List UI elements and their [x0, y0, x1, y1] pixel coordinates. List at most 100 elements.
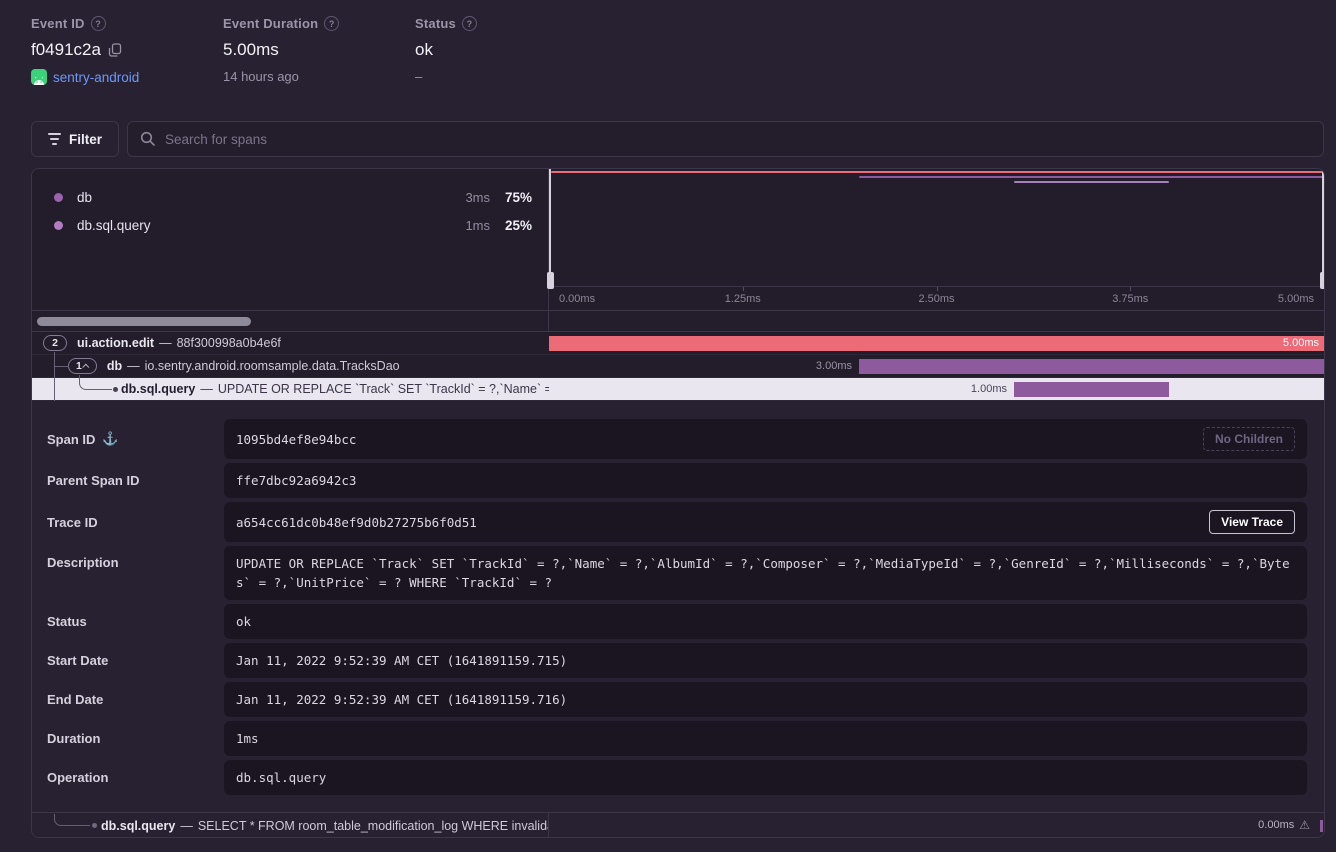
detail-row-parent-span-id: Parent Span ID ffe7dbc92a6942c3 — [47, 463, 1307, 498]
span-status-value: ok — [236, 612, 1295, 631]
search-icon — [140, 131, 156, 147]
tree-scrollbar-row — [32, 311, 1324, 332]
span-row-selected[interactable]: db.sql.query — UPDATE OR REPLACE `Track`… — [32, 378, 1324, 401]
spans-overview: db 3ms 75% db.sql.query 1ms 25% — [32, 169, 1324, 311]
span-desc: io.sentry.android.roomsample.data.Tracks… — [145, 359, 400, 373]
axis-tick-label: 1.25ms — [725, 293, 761, 305]
warning-icon: ⚠ — [1299, 818, 1310, 832]
tree-connector-line — [54, 352, 55, 401]
minimap-span-line-db — [859, 176, 1324, 178]
filter-icon — [48, 133, 61, 145]
legend-op-duration: 1ms — [444, 218, 490, 233]
search-box[interactable] — [127, 121, 1324, 157]
copy-icon[interactable] — [108, 43, 122, 57]
event-id-column: Event ID? f0491c2a sentry-android — [31, 16, 139, 85]
axis-tickmark — [1130, 287, 1131, 291]
span-bar — [1320, 820, 1323, 832]
field-label: Duration — [47, 731, 100, 746]
event-time-ago: 14 hours ago — [223, 69, 299, 84]
separator: — — [180, 819, 193, 833]
detail-row-trace-id: Trace ID a654cc61dc0b48ef9d0b27275b6f0d5… — [47, 502, 1307, 542]
legend-op-percent: 75% — [490, 190, 532, 205]
span-desc: UPDATE OR REPLACE `Track` SET `TrackId` … — [218, 382, 549, 396]
span-op: db.sql.query — [121, 382, 195, 396]
minimap-span-line-query — [1014, 181, 1169, 183]
span-op: ui.action.edit — [77, 336, 154, 350]
filter-button[interactable]: Filter — [31, 121, 119, 157]
view-trace-button[interactable]: View Trace — [1209, 510, 1295, 534]
description-value-box: UPDATE OR REPLACE `Track` SET `TrackId` … — [224, 546, 1307, 600]
tree-connector-dot — [92, 823, 97, 828]
filter-button-label: Filter — [69, 132, 102, 147]
event-id-value: f0491c2a — [31, 40, 101, 60]
legend-op-name: db — [77, 190, 444, 205]
status-value-box: ok — [224, 604, 1307, 639]
tree-scrollbar-thumb[interactable] — [37, 317, 251, 326]
minimap-left-handle[interactable] — [549, 169, 551, 287]
op-color-dot — [54, 221, 63, 230]
span-detail-page: Event ID? f0491c2a sentry-android Event … — [0, 0, 1336, 852]
trace-id-value-box: a654cc61dc0b48ef9d0b27275b6f0d51View Tra… — [224, 502, 1307, 542]
anchor-icon[interactable]: ⚓ — [102, 431, 118, 447]
event-header: Event ID? f0491c2a sentry-android Event … — [31, 16, 931, 106]
span-duration-label: 1.00ms — [971, 383, 1014, 395]
event-duration-label: Event Duration — [223, 16, 318, 31]
project-link[interactable]: sentry-android — [53, 70, 139, 85]
operation-value-box: db.sql.query — [224, 760, 1307, 795]
detail-row-start-date: Start Date Jan 11, 2022 9:52:39 AM CET (… — [47, 643, 1307, 678]
event-duration-value: 5.00ms — [223, 40, 279, 60]
span-row-root[interactable]: 2 ui.action.edit — 88f300998a0b4e6f 5.00… — [32, 332, 1324, 355]
span-duration-label: 3.00ms — [816, 360, 859, 372]
axis-tick-label: 2.50ms — [918, 293, 954, 305]
tree-connector-elbow — [54, 814, 90, 826]
android-project-icon — [31, 69, 47, 85]
span-detail-panel: Span ID ⚓ 1095bd4ef8e94bccNo Children Par… — [32, 401, 1324, 813]
minimap-span-line-root — [551, 171, 1324, 173]
axis-tick-label: 0.00ms — [559, 293, 595, 305]
start-date-value: Jan 11, 2022 9:52:39 AM CET (1641891159.… — [236, 651, 1295, 670]
span-bar[interactable] — [1014, 382, 1169, 397]
detail-row-description: Description UPDATE OR REPLACE `Track` SE… — [47, 546, 1307, 600]
search-input[interactable] — [165, 132, 1311, 147]
span-op: db — [107, 359, 122, 373]
span-op: db.sql.query — [101, 819, 175, 833]
span-id-value-box: 1095bd4ef8e94bccNo Children — [224, 419, 1307, 459]
parent-span-id-value-box: ffe7dbc92a6942c3 — [224, 463, 1307, 498]
field-label: Span ID — [47, 432, 95, 447]
span-row-db[interactable]: 1 db — io.sentry.android.roomsample.data… — [32, 355, 1324, 378]
help-icon[interactable]: ? — [324, 16, 339, 31]
legend-item[interactable]: db 3ms 75% — [32, 183, 548, 211]
span-row-sibling[interactable]: db.sql.query — SELECT * FROM room_table_… — [32, 813, 1324, 838]
no-children-button[interactable]: No Children — [1203, 427, 1295, 451]
scrollbar-row-filler — [549, 311, 1324, 331]
span-duration-label: 5.00ms — [1283, 336, 1319, 351]
minimap-right-handle[interactable] — [1322, 169, 1324, 287]
span-bar[interactable] — [859, 359, 1324, 374]
children-count-badge[interactable]: 2 — [43, 335, 67, 351]
operation-value: db.sql.query — [236, 768, 1295, 787]
axis-tickmark — [937, 287, 938, 291]
chevron-up-icon — [82, 363, 89, 370]
help-icon[interactable]: ? — [462, 16, 477, 31]
end-date-value: Jan 11, 2022 9:52:39 AM CET (1641891159.… — [236, 690, 1295, 709]
children-count-badge[interactable]: 1 — [68, 358, 97, 374]
tree-connector-dot — [113, 387, 118, 392]
end-date-value-box: Jan 11, 2022 9:52:39 AM CET (1641891159.… — [224, 682, 1307, 717]
detail-row-span-id: Span ID ⚓ 1095bd4ef8e94bccNo Children — [47, 419, 1307, 459]
detail-row-duration: Duration 1ms — [47, 721, 1307, 756]
spans-widget: db 3ms 75% db.sql.query 1ms 25% — [31, 168, 1325, 838]
separator: — — [200, 382, 213, 396]
field-label: Status — [47, 614, 87, 629]
span-id-value: 1095bd4ef8e94bcc — [236, 430, 1203, 449]
detail-row-status: Status ok — [47, 604, 1307, 639]
span-bar[interactable]: 5.00ms — [549, 336, 1324, 351]
parent-span-id-value: ffe7dbc92a6942c3 — [236, 471, 1295, 490]
field-label: Operation — [47, 770, 108, 785]
tree-connector-elbow — [79, 375, 112, 390]
timeline-minimap[interactable] — [549, 169, 1324, 286]
status-label: Status — [415, 16, 456, 31]
detail-row-operation: Operation db.sql.query — [47, 760, 1307, 795]
help-icon[interactable]: ? — [91, 16, 106, 31]
legend-item[interactable]: db.sql.query 1ms 25% — [32, 211, 548, 239]
tree-scrollbar-track[interactable] — [32, 311, 549, 331]
